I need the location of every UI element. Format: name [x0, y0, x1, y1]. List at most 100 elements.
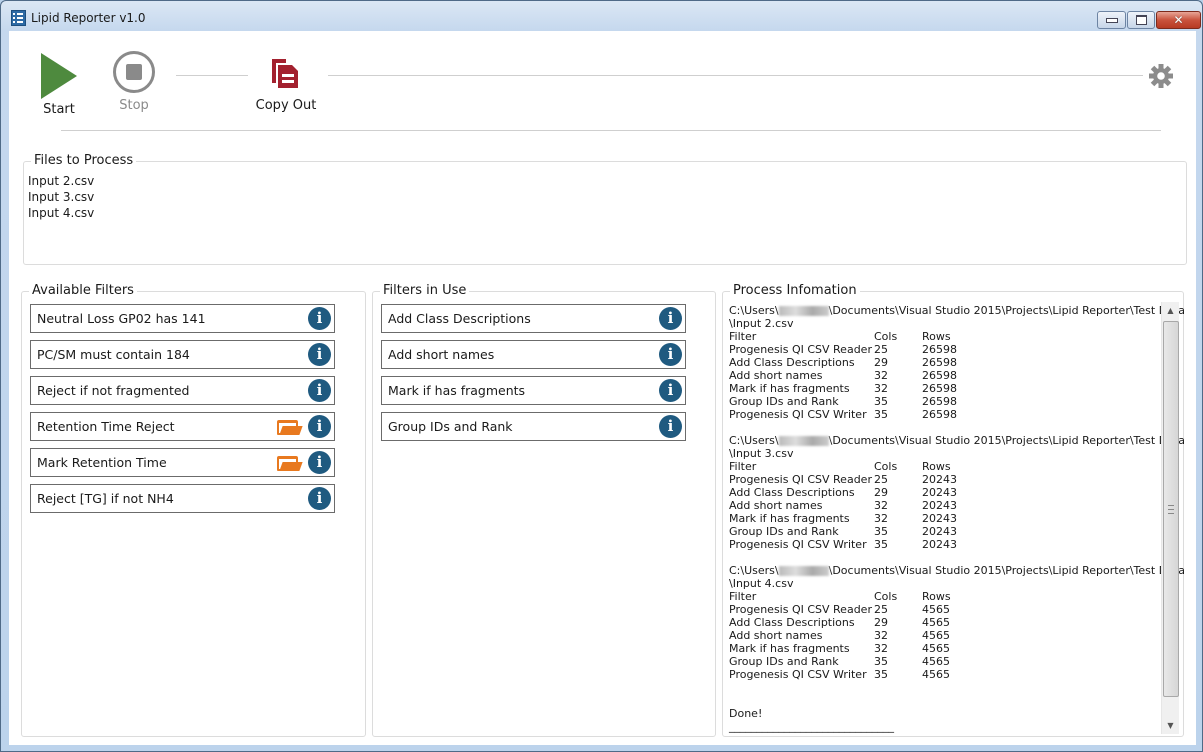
info-icon[interactable]: i: [308, 415, 331, 438]
filter-label: Reject [TG] if not NH4: [37, 491, 174, 506]
log-filter: Progenesis QI CSV Reader: [729, 473, 872, 486]
copy-out-button[interactable]: Copy Out: [253, 57, 319, 113]
filter-item[interactable]: Group IDs and Rank i: [381, 412, 686, 441]
header-rows: Rows: [922, 330, 951, 343]
toolbar-divider: [176, 75, 248, 76]
files-to-process-group: Files to Process Input 2.csv Input 3.csv…: [23, 153, 1187, 265]
scroll-down-arrow-icon[interactable]: ▼: [1162, 717, 1179, 734]
maximize-button[interactable]: [1127, 11, 1155, 29]
log-cols: 35: [874, 525, 888, 538]
log-rows: 26598: [922, 408, 957, 421]
folder-icon[interactable]: [277, 420, 303, 435]
filter-item[interactable]: Retention Time Reject i: [30, 412, 335, 441]
path-prefix: C:\Users\: [729, 434, 779, 447]
settings-button[interactable]: [1148, 63, 1174, 89]
log-filter: Add short names: [729, 499, 823, 512]
log-filter: Add Class Descriptions: [729, 356, 855, 369]
filter-item[interactable]: Reject [TG] if not NH4 i: [30, 484, 335, 513]
log-cols: 29: [874, 356, 888, 369]
path-suffix: \Documents\Visual Studio 2015\Projects\L…: [828, 434, 1185, 447]
log-row: Mark if has fragments 32 20243: [729, 512, 1159, 525]
info-icon[interactable]: i: [308, 451, 331, 474]
files-group-title: Files to Process: [31, 153, 137, 168]
log-rows: 26598: [922, 369, 957, 382]
log-rows: 20243: [922, 499, 957, 512]
scrollbar-thumb[interactable]: [1163, 321, 1179, 697]
log-file: \Input 4.csv: [729, 577, 794, 590]
filter-item[interactable]: Add Class Descriptions i: [381, 304, 686, 333]
copy-out-icon: [272, 59, 298, 88]
toolbar-divider: [328, 75, 1143, 76]
log-rows: 26598: [922, 356, 957, 369]
file-item[interactable]: Input 3.csv: [28, 189, 94, 205]
process-information-group: Process Infomation C:\Users\ \Documents\V…: [722, 283, 1185, 737]
filter-item[interactable]: Add short names i: [381, 340, 686, 369]
log-filter: Group IDs and Rank: [729, 395, 839, 408]
info-icon[interactable]: i: [308, 487, 331, 510]
info-icon[interactable]: i: [659, 343, 682, 366]
log-cols: 32: [874, 499, 888, 512]
log-row: Progenesis QI CSV Reader 25 20243: [729, 473, 1159, 486]
log-filter: Group IDs and Rank: [729, 655, 839, 668]
log-rows: 26598: [922, 343, 957, 356]
info-icon[interactable]: i: [659, 415, 682, 438]
log-filter: Progenesis QI CSV Writer: [729, 538, 867, 551]
files-list[interactable]: Input 2.csv Input 3.csv Input 4.csv: [28, 173, 94, 221]
minimize-button[interactable]: [1097, 11, 1126, 29]
filter-label: Add Class Descriptions: [388, 311, 531, 326]
stop-label: Stop: [119, 98, 149, 113]
header-cols: Cols: [874, 460, 898, 473]
log-header-row: Filter Cols Rows: [729, 590, 1159, 603]
filter-label: Retention Time Reject: [37, 419, 175, 434]
filter-item[interactable]: Reject if not fragmented i: [30, 376, 335, 405]
log-rows: 4565: [922, 616, 950, 629]
file-item[interactable]: Input 2.csv: [28, 173, 94, 189]
log-header-row: Filter Cols Rows: [729, 330, 1159, 343]
log-blank: [729, 551, 1159, 564]
filter-item[interactable]: Mark Retention Time i: [30, 448, 335, 477]
log-cols: 32: [874, 382, 888, 395]
info-icon[interactable]: i: [659, 307, 682, 330]
log-row: Progenesis QI CSV Writer 35 20243: [729, 538, 1159, 551]
title-bar[interactable]: Lipid Reporter v1.0 ✕: [1, 1, 1202, 31]
filters-in-use-title: Filters in Use: [380, 283, 470, 298]
filter-label: Reject if not fragmented: [37, 383, 190, 398]
log-row: Add Class Descriptions 29 20243: [729, 486, 1159, 499]
stop-button[interactable]: Stop: [110, 51, 158, 113]
log-rows: 4565: [922, 668, 950, 681]
start-button[interactable]: Start: [39, 53, 79, 117]
maximize-icon: [1135, 15, 1147, 25]
log-rows: 20243: [922, 525, 957, 538]
info-icon[interactable]: i: [308, 307, 331, 330]
log-rows: 4565: [922, 642, 950, 655]
info-icon[interactable]: i: [308, 343, 331, 366]
toolbar-separator: [61, 130, 1161, 131]
log-path: C:\Users\ \Documents\Visual Studio 2015\P…: [729, 564, 1185, 577]
filter-item[interactable]: Mark if has fragments i: [381, 376, 686, 405]
header-filter: Filter: [729, 590, 757, 603]
log-filter: Progenesis QI CSV Reader: [729, 603, 872, 616]
folder-icon[interactable]: [277, 456, 303, 471]
filters-in-use-group: Filters in Use Add Class Descriptions i Ad…: [372, 283, 716, 737]
log-rows: 4565: [922, 655, 950, 668]
log-row: Add short names 32 4565: [729, 629, 1159, 642]
close-button[interactable]: ✕: [1156, 11, 1201, 29]
log-rows: 4565: [922, 629, 950, 642]
path-prefix: C:\Users\: [729, 304, 779, 317]
log-blank: [729, 421, 1159, 434]
log-separator: ______________________________: [729, 720, 894, 733]
process-log-scrollbar[interactable]: ▲ ▼: [1161, 302, 1179, 734]
info-icon[interactable]: i: [659, 379, 682, 402]
scroll-up-arrow-icon[interactable]: ▲: [1162, 302, 1179, 319]
redacted-username: [778, 566, 829, 576]
filter-item[interactable]: PC/SM must contain 184 i: [30, 340, 335, 369]
log-row: Group IDs and Rank 35 20243: [729, 525, 1159, 538]
filter-label: Mark Retention Time: [37, 455, 167, 470]
file-item[interactable]: Input 4.csv: [28, 205, 94, 221]
log-rows: 20243: [922, 486, 957, 499]
process-log[interactable]: C:\Users\ \Documents\Visual Studio 2015\P…: [729, 304, 1185, 733]
copy-out-label: Copy Out: [255, 98, 317, 113]
info-icon[interactable]: i: [308, 379, 331, 402]
filter-item[interactable]: Neutral Loss GP02 has 141 i: [30, 304, 335, 333]
log-rows: 26598: [922, 395, 957, 408]
